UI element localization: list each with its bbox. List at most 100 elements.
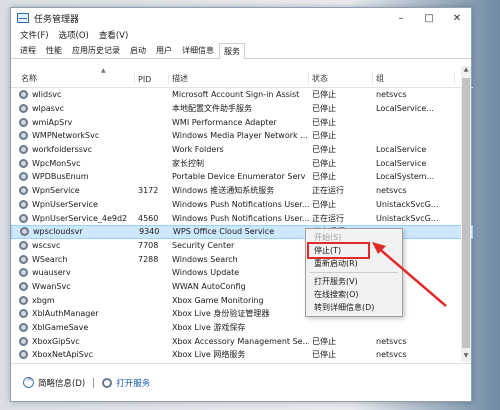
service-name-cell: wscsvc bbox=[11, 240, 135, 250]
arrow-shaft bbox=[375, 245, 447, 307]
services-table: 名称 PID 描述 状态 组 wlidsvc Microsoft Account … bbox=[11, 66, 473, 366]
service-gear-icon bbox=[19, 172, 28, 182]
maximize-icon[interactable]: □ bbox=[415, 8, 443, 28]
service-status-cell: 已停止 bbox=[312, 117, 336, 127]
scroll-up-icon[interactable]: ▲ bbox=[461, 66, 471, 76]
table-row[interactable]: WpnUserService Windows Push Notifications… bbox=[11, 198, 473, 212]
service-name-cell: XboxGipSvc bbox=[11, 336, 135, 346]
service-group-cell: LocalService bbox=[376, 158, 427, 168]
service-gear-icon bbox=[19, 145, 28, 155]
column-header-status[interactable]: 状态 bbox=[309, 73, 373, 84]
tab-details[interactable]: 详细信息 bbox=[177, 42, 219, 58]
service-desc-cell: Windows 推送通知系统服务 bbox=[172, 186, 275, 196]
service-name-cell: wmiApSrv bbox=[11, 117, 135, 127]
services-icon bbox=[102, 377, 113, 388]
table-row[interactable]: WMPNetworkSvc Windows Media Player Networ… bbox=[11, 129, 473, 143]
close-icon[interactable]: ✕ bbox=[443, 8, 471, 28]
service-gear-icon bbox=[19, 104, 28, 114]
service-name: wpscloudsvr bbox=[33, 227, 83, 237]
service-gear-icon bbox=[19, 350, 28, 360]
service-desc-cell: Windows Update bbox=[172, 268, 240, 278]
service-status-cell: 正在运行 bbox=[312, 186, 344, 196]
table-row[interactable]: XboxGipSvc Xbox Accessory Management Se..… bbox=[11, 334, 473, 348]
tab-users[interactable]: 用户 bbox=[151, 42, 177, 58]
service-name: XblAuthManager bbox=[32, 309, 99, 319]
column-header-group[interactable]: 组 bbox=[373, 73, 455, 84]
tab-performance[interactable]: 性能 bbox=[41, 42, 67, 58]
column-header-pid[interactable]: PID bbox=[135, 75, 169, 84]
service-group-cell: UnistackSvcG... bbox=[376, 213, 439, 223]
table-row[interactable]: workfolderssvc Work Folders 已停止 LocalServic… bbox=[11, 143, 473, 157]
scrollbar-thumb[interactable] bbox=[462, 78, 470, 348]
collapse-up-icon[interactable] bbox=[23, 377, 34, 388]
table-row[interactable]: wpscloudsvr9340WPS Office Cloud Service正… bbox=[11, 224, 473, 239]
minimize-icon[interactable]: – bbox=[387, 8, 415, 28]
service-desc-cell: 家长控制 bbox=[172, 158, 204, 168]
service-group-cell: netsvcs bbox=[376, 350, 407, 360]
red-arrow-annotation bbox=[372, 242, 447, 307]
service-desc-cell: Work Folders bbox=[172, 145, 224, 155]
menu-file[interactable]: 文件(F) bbox=[15, 29, 54, 41]
task-manager-icon bbox=[17, 13, 29, 23]
service-desc-cell: Windows Push Notifications User... bbox=[172, 199, 309, 209]
scroll-down-icon[interactable]: ▼ bbox=[461, 352, 471, 362]
table-row[interactable]: WpnService 3172 Windows 推送通知系统服务 正在运行 netsvc… bbox=[11, 184, 473, 198]
column-header-name[interactable]: 名称 bbox=[11, 73, 135, 84]
service-name-cell: wpscloudsvr bbox=[12, 227, 136, 237]
vertical-scrollbar[interactable]: ▲ ▼ bbox=[461, 66, 471, 362]
service-name: XboxGipSvc bbox=[32, 336, 80, 346]
tab-services[interactable]: 服务 bbox=[219, 43, 245, 59]
sort-ascending-icon: ▲ bbox=[101, 67, 106, 74]
service-status-cell: 已停止 bbox=[312, 158, 336, 168]
service-name: WPDBusEnum bbox=[32, 172, 89, 182]
service-name: WpnUserService_4e9d2 bbox=[32, 213, 128, 223]
service-name-cell: wuauserv bbox=[11, 268, 135, 278]
tab-app-history[interactable]: 应用历史记录 bbox=[67, 42, 125, 58]
service-name: WpnService bbox=[32, 186, 80, 196]
menu-view[interactable]: 查看(V) bbox=[94, 29, 133, 41]
tab-processes[interactable]: 进程 bbox=[15, 42, 41, 58]
service-name-cell: WSearch bbox=[11, 254, 135, 264]
service-group-cell: LocalService... bbox=[376, 104, 434, 114]
table-row[interactable]: wlidsvc Microsoft Account Sign-in Assist 已… bbox=[11, 88, 473, 102]
table-row[interactable]: XblGameSave Xbox Live 游戏保存 bbox=[11, 321, 473, 335]
service-status-cell: 已停止 bbox=[312, 104, 336, 114]
service-name: wmiApSrv bbox=[32, 117, 73, 127]
less-details-link[interactable]: 简略信息(D) bbox=[38, 377, 85, 389]
service-name-cell: XboxNetApiSvc bbox=[11, 350, 135, 360]
service-gear-icon bbox=[19, 158, 28, 168]
table-row[interactable]: WpnUserService_4e9d2 4560 Windows Push Not… bbox=[11, 211, 473, 225]
service-gear-icon bbox=[19, 186, 28, 196]
service-name-cell: WpnUserService_4e9d2 bbox=[11, 213, 135, 223]
table-row[interactable]: wlpasvc 本地配置文件助手服务 已停止 LocalService... bbox=[11, 102, 473, 116]
task-manager-window: 任务管理器 – □ ✕ 文件(F) 选项(O) 查看(V) 进程 性能 应用历史… bbox=[10, 7, 473, 402]
service-gear-icon bbox=[20, 227, 29, 237]
service-desc-cell: WMI Performance Adapter bbox=[172, 117, 277, 127]
service-group-cell: LocalSystem... bbox=[376, 172, 435, 182]
service-gear-icon bbox=[19, 295, 28, 305]
service-desc-cell: Xbox Accessory Management Se... bbox=[172, 336, 309, 346]
service-pid-cell: 4560 bbox=[138, 213, 159, 223]
table-row[interactable]: WPDBusEnum Portable Device Enumerator Ser… bbox=[11, 170, 473, 184]
tab-startup[interactable]: 启动 bbox=[125, 42, 151, 58]
service-gear-icon bbox=[19, 309, 28, 319]
tab-bar: 进程 性能 应用历史记录 启动 用户 详细信息 服务 bbox=[11, 42, 471, 59]
service-group-cell: netsvcs bbox=[376, 90, 407, 100]
service-status-cell: 已停止 bbox=[312, 131, 336, 141]
service-desc-cell: Portable Device Enumerator Serv bbox=[172, 172, 306, 182]
service-gear-icon bbox=[19, 90, 28, 100]
service-status-cell: 已停止 bbox=[312, 199, 336, 209]
service-group-cell: netsvcs bbox=[376, 336, 407, 346]
table-row[interactable]: XboxNetApiSvc Xbox Live 网络服务 已停止 netsvcs bbox=[11, 348, 473, 362]
service-gear-icon bbox=[19, 268, 28, 278]
service-name-cell: XblAuthManager bbox=[11, 309, 135, 319]
table-header: 名称 PID 描述 状态 组 bbox=[11, 66, 473, 88]
menu-options[interactable]: 选项(O) bbox=[54, 29, 94, 41]
service-desc-cell: Xbox Live 游戏保存 bbox=[172, 323, 246, 333]
table-row[interactable]: WpcMonSvc 家长控制 已停止 LocalService bbox=[11, 156, 473, 170]
service-name-cell: wlpasvc bbox=[11, 104, 135, 114]
table-row[interactable]: wmiApSrv WMI Performance Adapter 已停止 bbox=[11, 115, 473, 129]
column-header-description[interactable]: 描述 bbox=[169, 73, 309, 84]
open-services-link[interactable]: 打开服务 bbox=[116, 377, 150, 389]
service-name: wscsvc bbox=[32, 240, 61, 250]
